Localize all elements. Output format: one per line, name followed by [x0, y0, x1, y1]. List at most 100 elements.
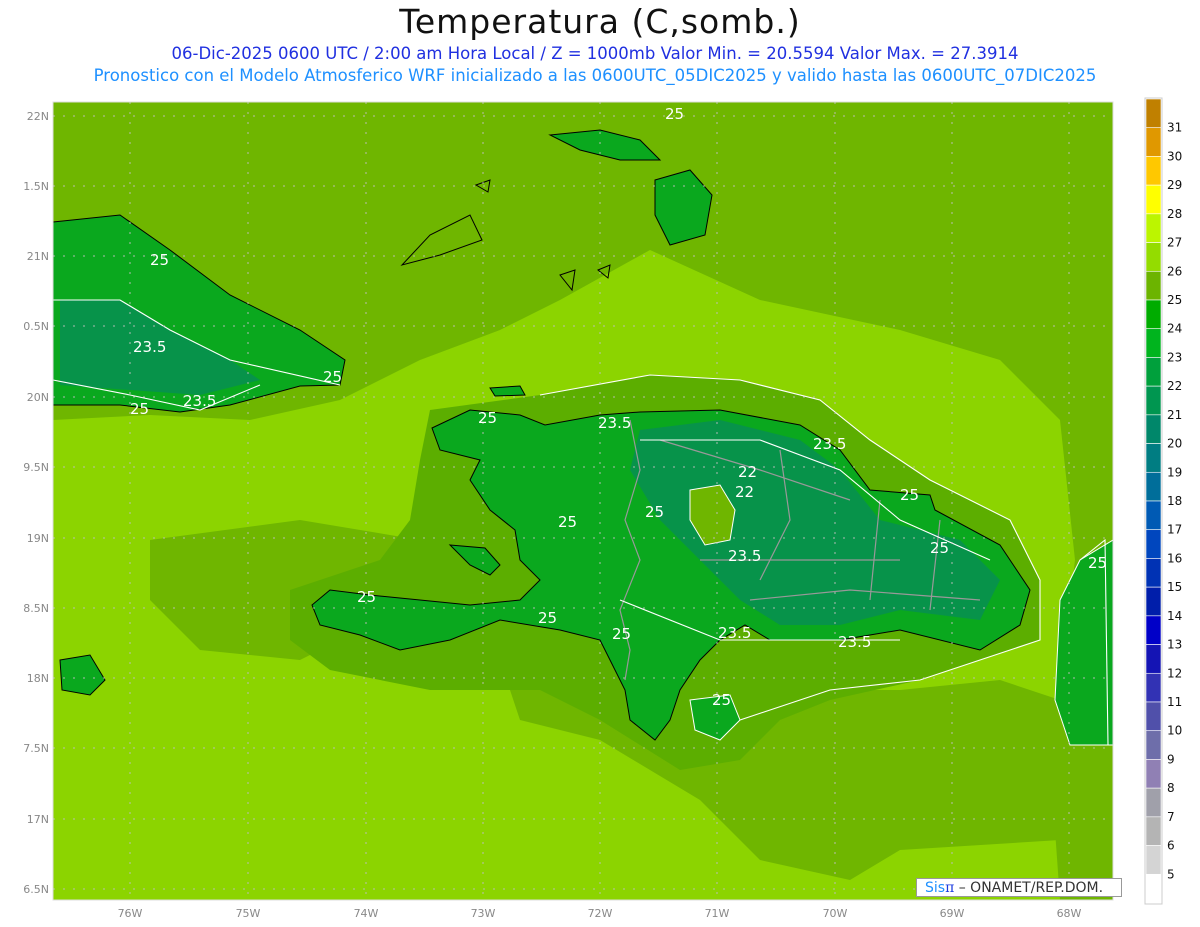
contour-label: 23.5 [598, 414, 631, 432]
lon-label: 76W [118, 907, 143, 920]
lon-label: 74W [354, 907, 379, 920]
colorbar-label: 17 [1167, 523, 1182, 537]
contour-label: 23.5 [183, 392, 216, 410]
temperature-map: 25 25 23.5 25 25 23.5 25 23.5 23.5 22 22… [23, 97, 1182, 920]
colorbar-label: 8 [1167, 781, 1175, 795]
colorbar-label: 31 [1167, 121, 1182, 135]
colorbar-label: 10 [1167, 724, 1182, 738]
lat-label: 20N [27, 391, 49, 404]
contour-label: 25 [900, 486, 919, 504]
latitude-labels: 22N 1.5N 21N 0.5N 20N 9.5N 19N 8.5N 18N … [23, 110, 49, 896]
colorbar-swatch [1145, 156, 1162, 186]
colorbar-label: 12 [1167, 666, 1182, 680]
colorbar-swatch [1145, 443, 1162, 473]
colorbar-swatch [1145, 471, 1162, 502]
colorbar-label: 21 [1167, 408, 1182, 422]
lon-label: 73W [471, 907, 496, 920]
contour-label: 25 [323, 368, 342, 386]
colorbar-swatch [1145, 127, 1162, 157]
colorbar-label: 24 [1167, 322, 1182, 336]
sispi-logo: Sisπ – ONAMET/REP.DOM. [916, 878, 1122, 897]
logo-pi: π [945, 880, 955, 896]
colorbar-label: 6 [1167, 839, 1175, 853]
longitude-labels: 76W 75W 74W 73W 72W 71W 70W 69W 68W [118, 907, 1082, 920]
colorbar-swatch [1145, 500, 1162, 531]
contour-label: 25 [612, 625, 631, 643]
colorbar-swatch [1145, 701, 1162, 732]
contour-label: 25 [558, 513, 577, 531]
colorbar-label: 28 [1167, 207, 1182, 221]
contour-label: 23.5 [838, 633, 871, 651]
colorbar-label: 26 [1167, 264, 1182, 278]
colorbar-swatch [1145, 242, 1162, 272]
colorbar-label: 9 [1167, 752, 1175, 766]
colorbar-label: 25 [1167, 293, 1182, 307]
logo-sis: Sis [925, 880, 946, 896]
colorbar: 31 30 29 28 27 26 25 24 23 22 21 20 19 18 17 16 15 14 13 12… [1144, 97, 1182, 905]
colorbar-swatch [1145, 414, 1162, 444]
colorbar-swatch [1145, 787, 1162, 818]
colorbar-swatch [1145, 672, 1162, 703]
colorbar-swatch [1145, 558, 1162, 588]
colorbar-swatch [1145, 385, 1162, 416]
colorbar-swatch [1145, 586, 1162, 617]
logo-org: – ONAMET/REP.DOM. [958, 880, 1104, 896]
colorbar-swatch [1145, 644, 1162, 674]
colorbar-label: 23 [1167, 350, 1182, 364]
contour-label: 25 [130, 400, 149, 418]
contour-label: 23.5 [813, 435, 846, 453]
lat-label: 8.5N [23, 602, 49, 615]
colorbar-swatch [1145, 759, 1162, 789]
lat-label: 19N [27, 532, 49, 545]
lat-label: 9.5N [23, 461, 49, 474]
contour-label: 25 [150, 251, 169, 269]
contour-label: 25 [538, 609, 557, 627]
colorbar-swatch [1145, 873, 1162, 904]
colorbar-label: 29 [1167, 178, 1182, 192]
contour-label: 25 [930, 539, 949, 557]
colorbar-swatch [1145, 270, 1162, 301]
lat-label: 22N [27, 110, 49, 123]
contour-label: 25 [645, 503, 664, 521]
contour-label: 25 [712, 691, 731, 709]
contour-label: 23.5 [718, 624, 751, 642]
colorbar-swatch [1145, 529, 1162, 559]
lat-label: 21N [27, 250, 49, 263]
colorbar-swatch [1145, 213, 1162, 243]
colorbar-label: 15 [1167, 580, 1182, 594]
contour-label: 23.5 [133, 338, 166, 356]
colorbar-label: 27 [1167, 236, 1182, 250]
lon-label: 68W [1057, 907, 1082, 920]
contour-label: 25 [665, 105, 684, 123]
tortuga-island [489, 385, 526, 397]
colorbar-label: 18 [1167, 494, 1182, 508]
colorbar-label: 5 [1167, 867, 1175, 881]
lon-label: 72W [588, 907, 613, 920]
colorbar-label: 20 [1167, 437, 1182, 451]
contour-label: 23.5 [728, 547, 761, 565]
colorbar-label: 13 [1167, 638, 1182, 652]
lat-label: 7.5N [23, 742, 49, 755]
lat-label: 0.5N [23, 320, 49, 333]
lat-label: 1.5N [23, 180, 49, 193]
contour-label: 25 [1088, 554, 1107, 572]
lat-label: 17N [27, 813, 49, 826]
colorbar-label: 7 [1167, 810, 1175, 824]
contour-label: 22 [738, 463, 757, 481]
colorbar-label: 16 [1167, 551, 1182, 565]
lon-label: 71W [705, 907, 730, 920]
lon-label: 69W [940, 907, 965, 920]
colorbar-swatch [1145, 357, 1162, 387]
colorbar-label: 30 [1167, 149, 1182, 163]
colorbar-swatch [1145, 730, 1162, 760]
contour-label: 25 [478, 409, 497, 427]
colorbar-swatch [1145, 184, 1162, 215]
lon-label: 75W [236, 907, 261, 920]
lat-label: 6.5N [23, 883, 49, 896]
lat-label: 18N [27, 672, 49, 685]
colorbar-label: 22 [1167, 379, 1182, 393]
colorbar-swatch [1145, 845, 1162, 875]
colorbar-swatch [1145, 816, 1162, 846]
contour-label: 25 [357, 588, 376, 606]
colorbar-label: 19 [1167, 465, 1182, 479]
